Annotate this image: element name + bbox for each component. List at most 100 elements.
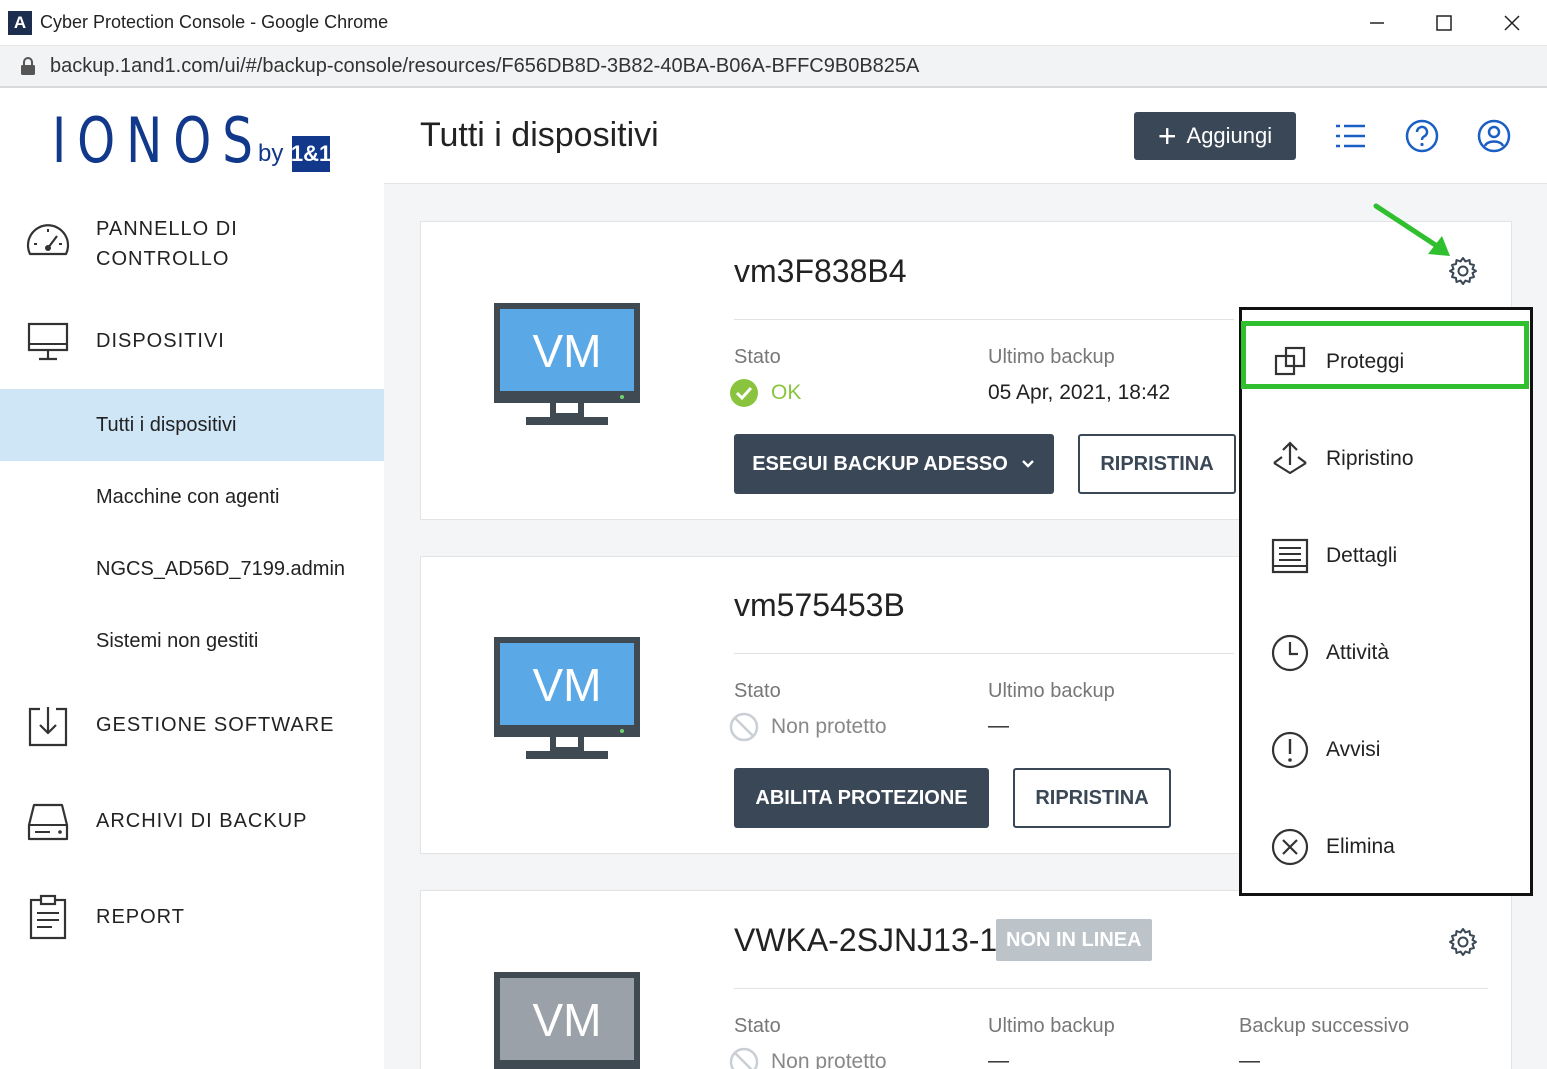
vm-label: VM	[533, 659, 602, 711]
sidebar-item-software[interactable]: GESTIONE SOFTWARE	[0, 698, 384, 752]
device-name[interactable]: vm575453B	[734, 587, 905, 624]
alert-icon	[1271, 731, 1309, 768]
logo-text: IONOS	[52, 104, 264, 177]
user-account-icon[interactable]	[1476, 118, 1512, 154]
menu-item-activity[interactable]: Attività	[1242, 604, 1530, 701]
monitor-icon	[27, 322, 69, 361]
sidebar-item-dashboard[interactable]: PANNELLO DI CONTROLLO	[0, 208, 384, 288]
sidebar: IONOS by 1&1 PANNELLO DI CONTROLLO DISPO…	[0, 88, 384, 1069]
next-backup-value: —	[1239, 1049, 1260, 1069]
help-icon[interactable]	[1404, 118, 1440, 154]
last-backup-value: —	[988, 714, 1009, 737]
details-icon	[1271, 538, 1309, 573]
sidebar-item-backup-archives[interactable]: ARCHIVI DI BACKUP	[0, 794, 384, 848]
state-text: Non protetto	[771, 1050, 887, 1069]
menu-item-details[interactable]: Dettagli	[1242, 507, 1530, 604]
last-backup-label: Ultimo backup	[988, 680, 1115, 702]
menu-item-label: Attività	[1326, 640, 1390, 664]
state-text: OK	[771, 381, 802, 404]
state-label: Stato	[734, 1015, 781, 1037]
menu-item-label: Dettagli	[1326, 543, 1398, 567]
backup-now-button[interactable]: ESEGUI BACKUP ADESSO	[734, 434, 1054, 494]
minimize-button[interactable]	[1342, 0, 1412, 46]
sidebar-item-report[interactable]: REPORT	[0, 890, 384, 944]
menu-item-label: Avvisi	[1326, 737, 1381, 761]
sidebar-subitem-admin[interactable]: NGCS_AD56D_7199.admin	[0, 533, 384, 605]
restore-button[interactable]: RIPRISTINA	[1078, 434, 1236, 494]
not-protected-icon	[729, 1047, 759, 1069]
menu-item-label: Ripristino	[1326, 446, 1414, 470]
maximize-button[interactable]	[1409, 0, 1479, 46]
sidebar-subitem-label: Sistemi non gestiti	[96, 629, 259, 652]
sidebar-item-label: PANNELLO DI CONTROLLO	[96, 218, 238, 270]
window-title: Cyber Protection Console - Google Chrome	[40, 12, 389, 32]
drive-icon	[27, 803, 69, 841]
ok-check-icon	[730, 379, 758, 407]
last-backup-label: Ultimo backup	[988, 1015, 1115, 1037]
sidebar-item-label: REPORT	[96, 906, 185, 928]
vm-monitor-icon: VM	[494, 303, 640, 425]
enable-protection-button[interactable]: ABILITA PROTEZIONE	[734, 768, 989, 828]
sidebar-subitem-label: NGCS_AD56D_7199.admin	[96, 557, 346, 580]
divider	[734, 653, 1234, 654]
last-backup-value: —	[988, 1049, 1009, 1069]
clipboard-icon	[29, 894, 67, 940]
last-backup-value: 05 Apr, 2021, 18:42	[988, 381, 1171, 404]
maximize-icon	[1436, 15, 1452, 31]
offline-badge: NON IN LINEA	[996, 919, 1152, 961]
plus-icon: +	[1157, 118, 1177, 154]
sidebar-item-devices[interactable]: DISPOSITIVI	[0, 314, 384, 368]
app-icon: A	[8, 10, 32, 35]
device-name[interactable]: vm3F838B4	[734, 253, 907, 290]
page-header: Tutti i dispositivi + Aggiungi	[384, 88, 1547, 184]
list-view-icon[interactable]	[1332, 118, 1368, 154]
menu-item-restore[interactable]: Ripristino	[1242, 410, 1530, 507]
vm-monitor-icon: VM	[494, 972, 640, 1069]
menu-item-delete[interactable]: Elimina	[1242, 798, 1530, 895]
activity-clock-icon	[1271, 634, 1309, 671]
sidebar-subitem-unmanaged[interactable]: Sistemi non gestiti	[0, 605, 384, 677]
gear-icon[interactable]	[1448, 927, 1478, 957]
software-download-icon	[28, 707, 68, 747]
divider	[734, 319, 1234, 320]
close-window-button[interactable]	[1477, 0, 1547, 46]
sidebar-item-label: DISPOSITIVI	[96, 330, 225, 352]
next-backup-label: Backup successivo	[1239, 1015, 1410, 1037]
state-text: Non protetto	[771, 715, 887, 738]
state-value: OK	[729, 378, 801, 408]
divider	[734, 988, 1488, 989]
delete-icon	[1271, 828, 1309, 865]
sidebar-subitem-label: Macchine con agenti	[96, 485, 280, 508]
menu-item-label: Elimina	[1326, 834, 1395, 858]
logo-by: by	[258, 140, 284, 167]
device-context-menu: Proteggi Ripristino Dettagli Attività Av…	[1239, 307, 1533, 896]
menu-item-protect[interactable]: Proteggi	[1242, 313, 1530, 410]
vm-label: VM	[533, 994, 602, 1046]
lock-icon	[21, 57, 35, 75]
device-name[interactable]: VWKA-2SJNJ13-1	[734, 922, 997, 959]
vm-label: VM	[533, 325, 602, 377]
restore-button[interactable]: RIPRISTINA	[1013, 768, 1171, 828]
state-value: Non protetto	[729, 712, 887, 742]
backup-now-label: ESEGUI BACKUP ADESSO	[752, 452, 1008, 475]
sidebar-item-label: ARCHIVI DI BACKUP	[96, 810, 308, 832]
add-button[interactable]: + Aggiungi	[1134, 112, 1296, 160]
menu-item-alerts[interactable]: Avvisi	[1242, 701, 1530, 798]
logo-box: 1&1	[291, 136, 331, 172]
close-icon	[1504, 15, 1520, 31]
vm-monitor-icon: VM	[494, 637, 640, 759]
restore-icon	[1273, 440, 1307, 474]
annotation-arrow-icon	[1373, 203, 1450, 256]
address-bar[interactable]: backup.1and1.com/ui/#/backup-console/res…	[0, 46, 1547, 88]
minimize-icon	[1370, 22, 1384, 24]
dashboard-gauge-icon	[26, 224, 70, 256]
sidebar-item-label: GESTIONE SOFTWARE	[96, 714, 335, 736]
device-card: VM VWKA-2SJNJ13-1 NON IN LINEA Stato Non…	[420, 890, 1512, 1069]
last-backup-label: Ultimo backup	[988, 346, 1115, 368]
sidebar-subitem-label: Tutti i dispositivi	[96, 413, 237, 436]
protect-icon	[1274, 346, 1306, 375]
sidebar-subitem-agent-machines[interactable]: Macchine con agenti	[0, 461, 384, 533]
page-title: Tutti i dispositivi	[420, 116, 659, 154]
sidebar-subitem-all-devices[interactable]: Tutti i dispositivi	[0, 389, 384, 461]
ionos-logo[interactable]: IONOS by 1&1	[52, 104, 331, 177]
